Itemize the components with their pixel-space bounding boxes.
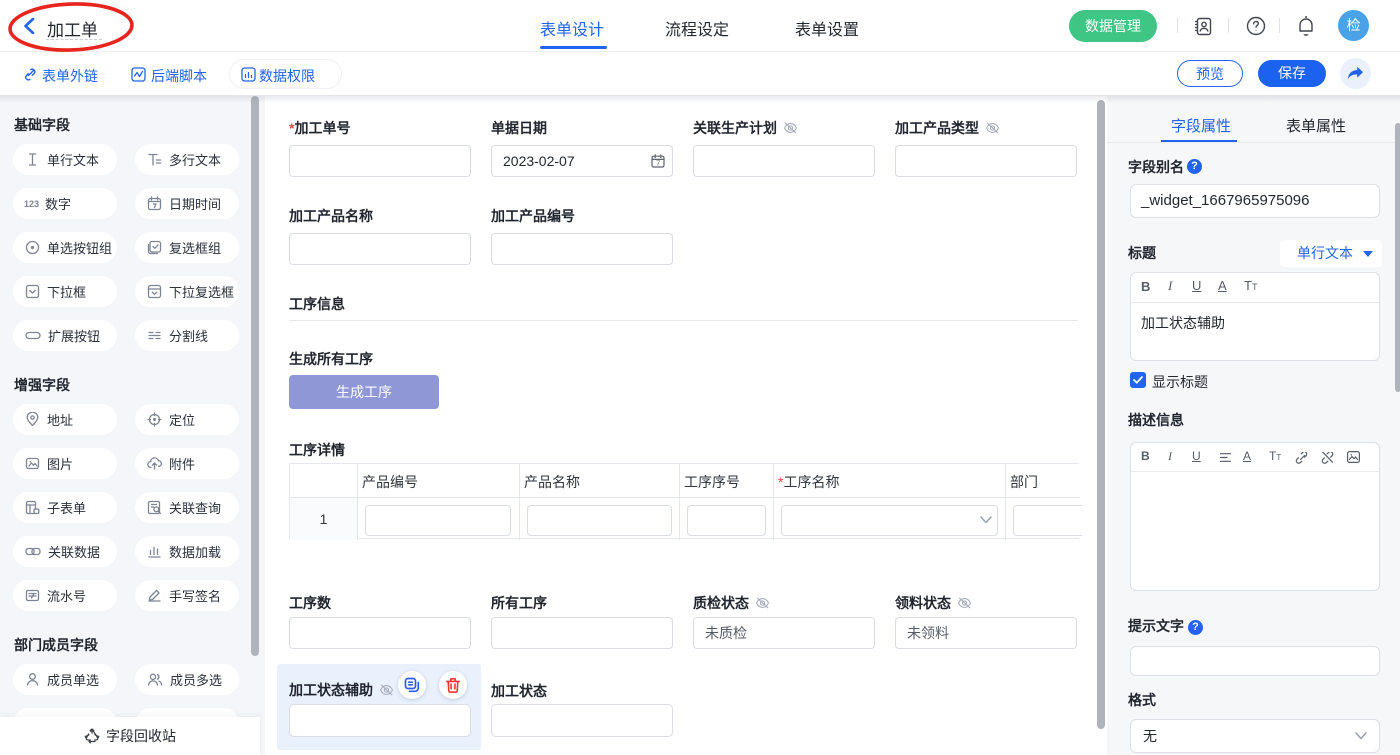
svg-text:7: 7	[656, 159, 660, 168]
